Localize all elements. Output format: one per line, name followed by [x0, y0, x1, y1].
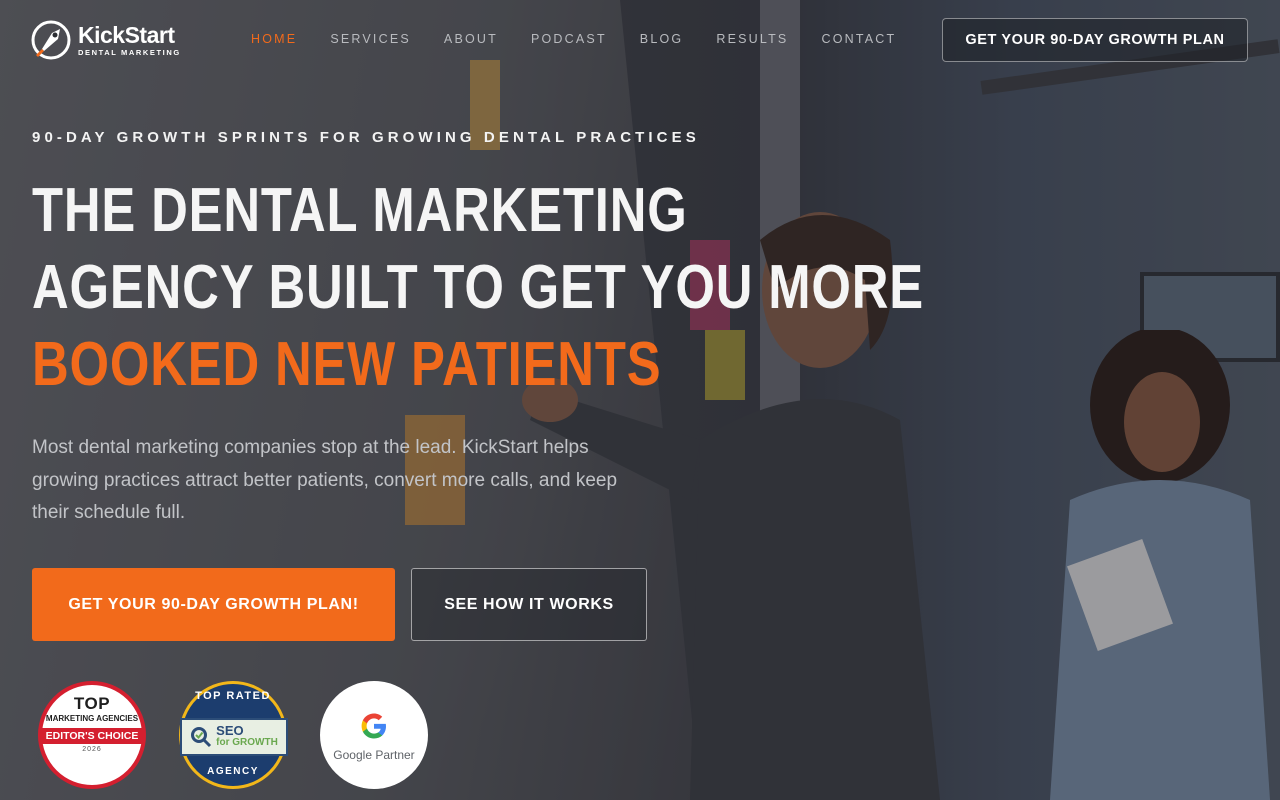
main-nav: HOME SERVICES ABOUT PODCAST BLOG RESULTS… — [251, 32, 929, 46]
nav-services[interactable]: SERVICES — [330, 32, 411, 46]
see-how-it-works-button[interactable]: SEE HOW IT WORKS — [411, 568, 647, 641]
google-partner-label: Google Partner — [333, 748, 415, 762]
google-partner-badge: Google Partner — [320, 681, 428, 789]
growth-plan-button[interactable]: GET YOUR 90-DAY GROWTH PLAN! — [32, 568, 395, 641]
badge-top-ribbon: EDITOR'S CHOICE — [42, 728, 142, 744]
hero-headline: THE DENTAL MARKETING AGENCY BUILT TO GET… — [32, 172, 925, 403]
header-growth-plan-button[interactable]: GET YOUR 90-DAY GROWTH PLAN — [942, 18, 1248, 62]
badge-seo-bottom-text: AGENCY — [207, 766, 259, 777]
badge-top-year: 2026 — [82, 746, 102, 753]
badge-top-subtitle: MARKETING AGENCIES — [45, 714, 139, 723]
google-g-icon — [361, 713, 386, 739]
headline-accent: BOOKED NEW PATIENTS — [32, 330, 662, 399]
top-agencies-badge: TOP MARKETING AGENCIES EDITOR'S CHOICE 2… — [38, 681, 146, 789]
site-header: KickStart DENTAL MARKETING HOME SERVICES… — [0, 0, 1280, 80]
badge-seo-panel: SEO for GROWTH — [180, 718, 288, 756]
hero-subcopy: Most dental marketing companies stop at … — [32, 437, 618, 523]
badge-seo-brand-sub: for GROWTH — [216, 737, 278, 748]
nav-home[interactable]: HOME — [251, 32, 297, 46]
badge-top-title: TOP — [73, 694, 111, 713]
logo[interactable]: KickStart DENTAL MARKETING — [30, 19, 181, 61]
nav-podcast[interactable]: PODCAST — [531, 32, 607, 46]
headline-line-2: AGENCY BUILT TO GET YOU MORE — [32, 253, 925, 322]
nav-blog[interactable]: BLOG — [640, 32, 684, 46]
hero-eyebrow: 90-DAY GROWTH SPRINTS FOR GROWING DENTAL… — [32, 129, 700, 146]
badge-seo-top-text: TOP RATED — [195, 690, 271, 702]
logo-tagline: DENTAL MARKETING — [78, 47, 181, 57]
badge-seo-brand: SEO — [216, 723, 244, 738]
nav-results[interactable]: RESULTS — [716, 32, 788, 46]
nav-about[interactable]: ABOUT — [444, 32, 498, 46]
rocket-logo-icon — [31, 20, 71, 60]
headline-line-1: THE DENTAL MARKETING — [32, 176, 688, 245]
nav-contact[interactable]: CONTACT — [821, 32, 896, 46]
logo-name: KickStart — [78, 21, 175, 48]
magnifier-icon — [191, 727, 212, 748]
seo-growth-badge: TOP RATED SEO for GROWTH AGENCY — [179, 681, 288, 789]
